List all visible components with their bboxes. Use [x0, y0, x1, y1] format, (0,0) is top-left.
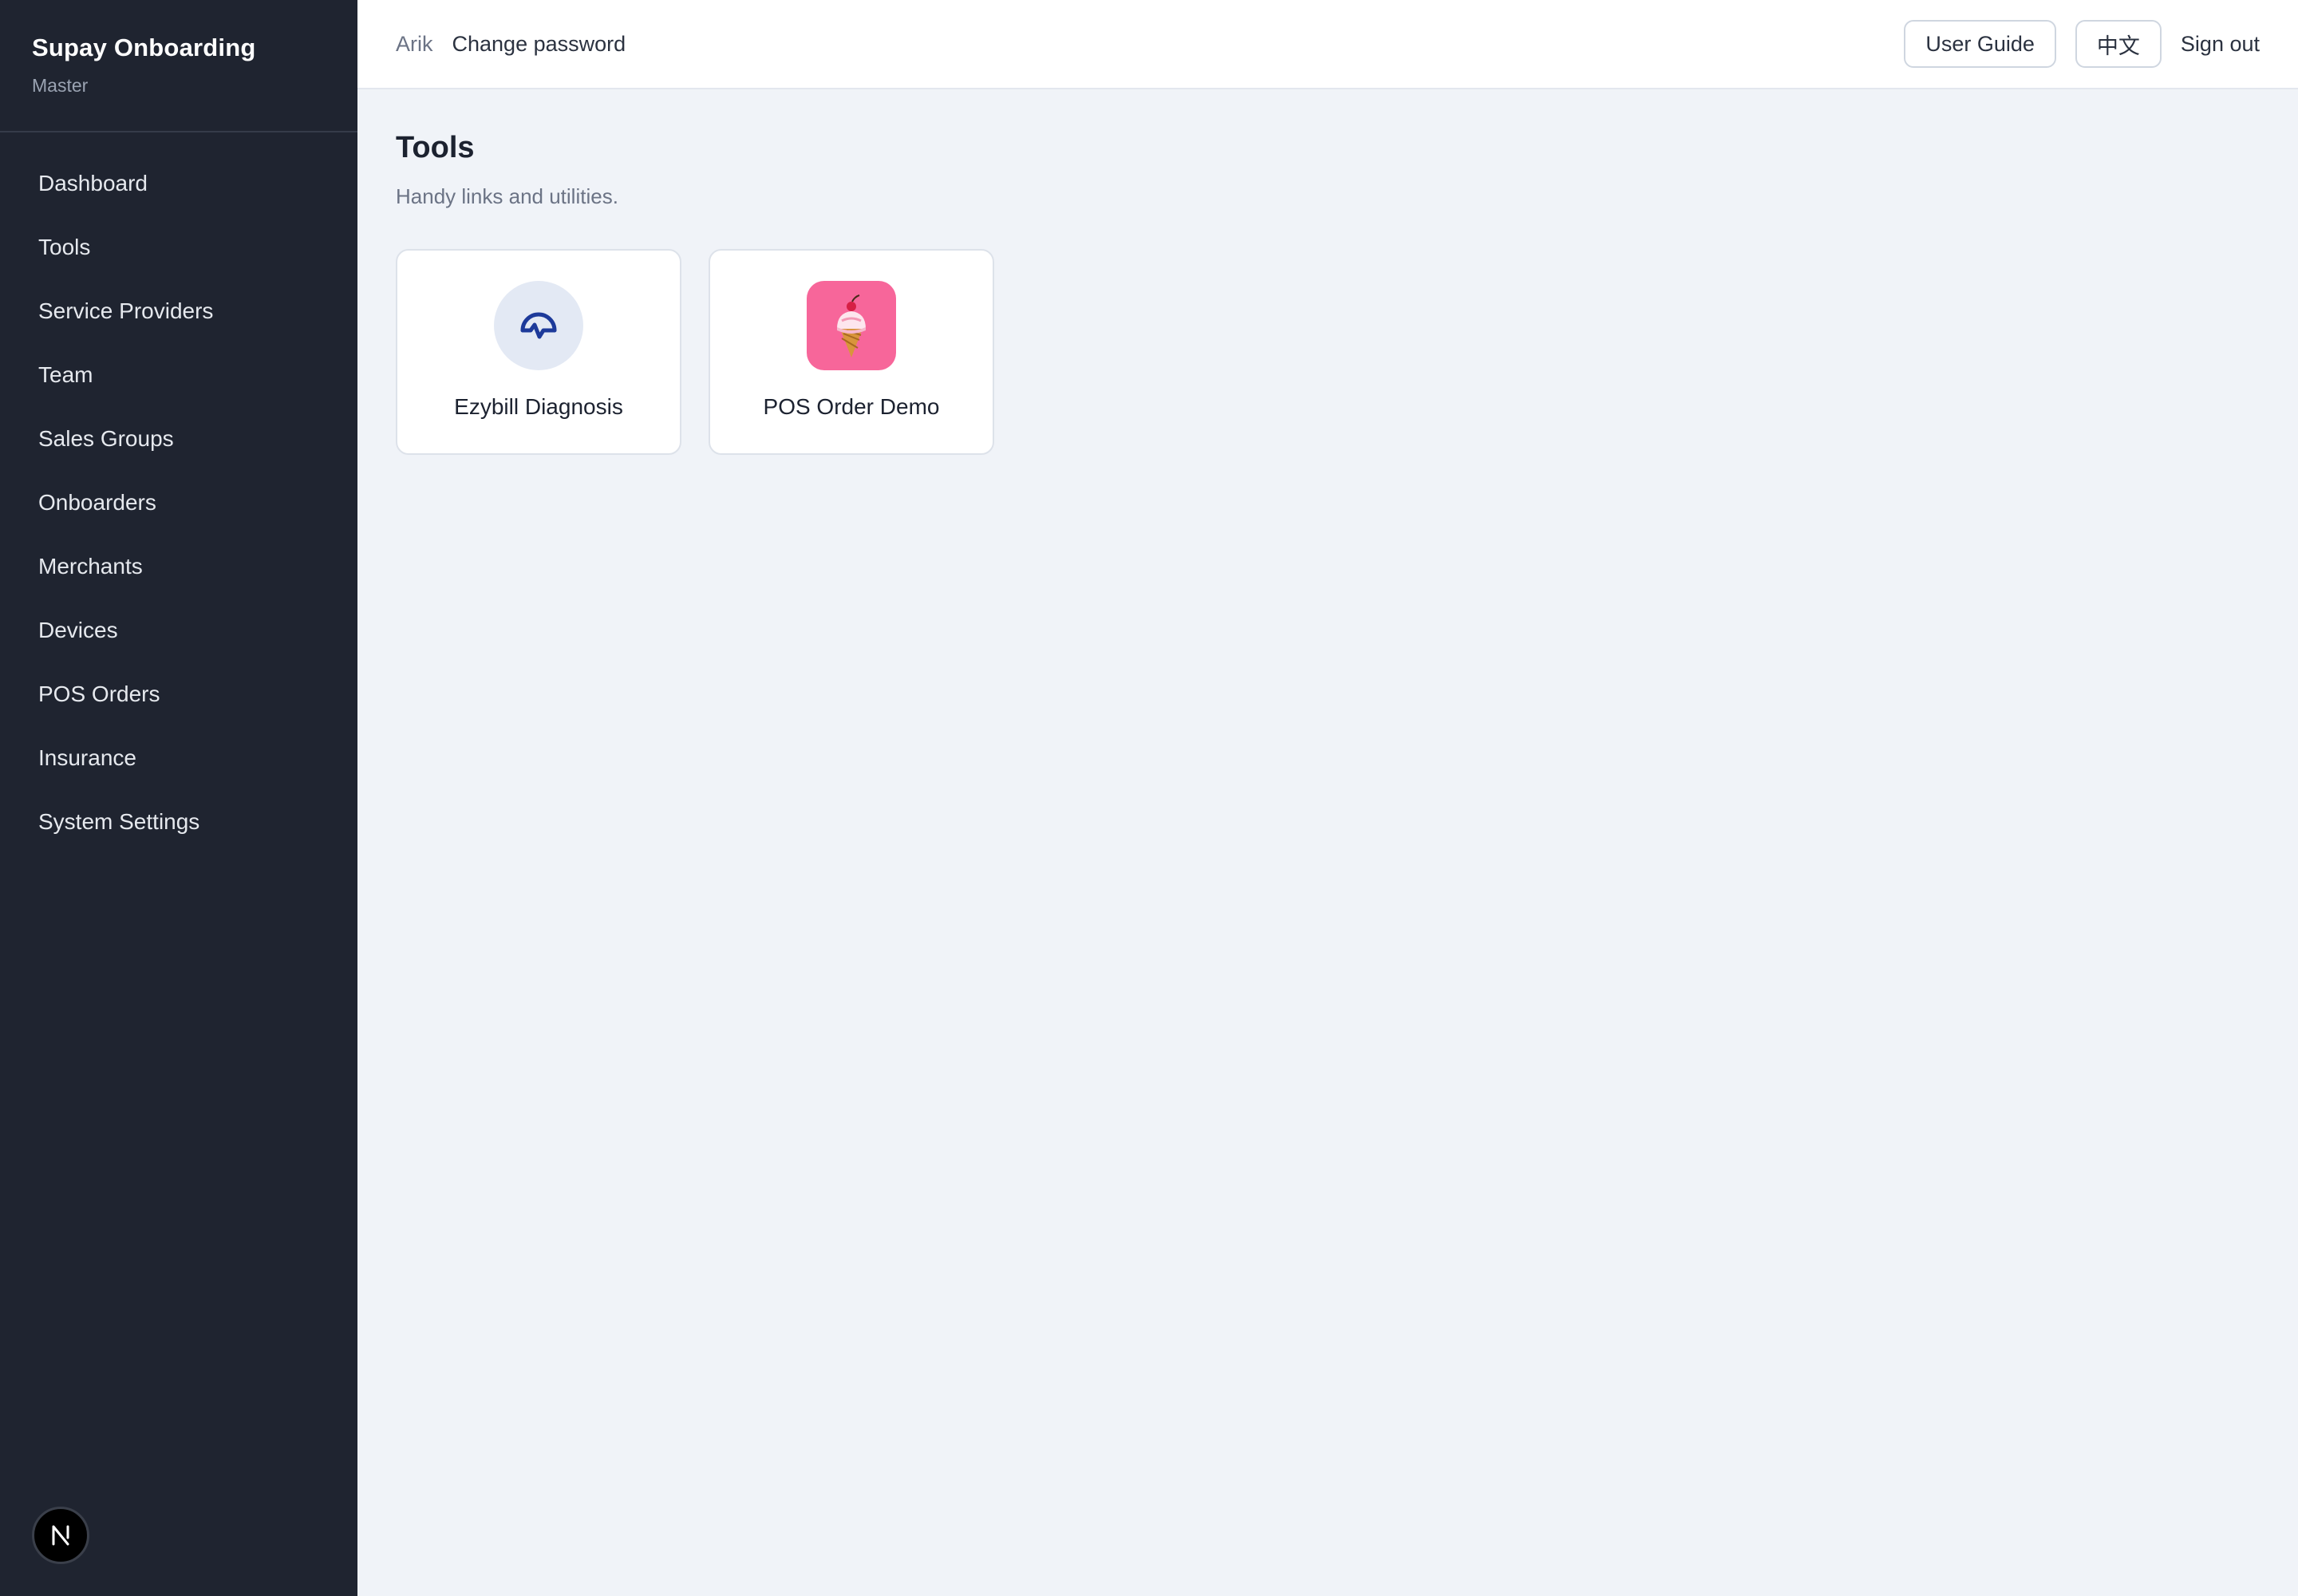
change-password-link[interactable]: Change password [452, 32, 626, 57]
sidebar-item-merchants[interactable]: Merchants [0, 535, 357, 598]
sidebar-item-devices[interactable]: Devices [0, 598, 357, 662]
sidebar-nav: Dashboard Tools Service Providers Team S… [0, 132, 357, 854]
brand-subtitle: Master [32, 75, 89, 96]
n-glyph-icon [52, 1525, 69, 1546]
tool-card-label: Ezybill Diagnosis [454, 394, 623, 419]
sidebar-item-dashboard[interactable]: Dashboard [0, 152, 357, 215]
page-subtitle: Handy links and utilities. [396, 184, 618, 208]
user-name: Arik [396, 31, 433, 56]
main-content: Tools Handy links and utilities. Ezybill… [396, 131, 994, 455]
sidebar: Supay Onboarding Master Dashboard Tools … [0, 0, 357, 1596]
n-logo-icon[interactable] [32, 1507, 89, 1564]
brand: Supay Onboarding Master [0, 0, 357, 132]
brand-title: Supay Onboarding [32, 34, 256, 61]
language-toggle-button[interactable]: 中文 [2075, 20, 2162, 68]
sidebar-item-tools[interactable]: Tools [0, 215, 357, 279]
sign-out-link[interactable]: Sign out [2181, 32, 2260, 57]
sidebar-item-team[interactable]: Team [0, 343, 357, 407]
tool-card-ezybill-diagnosis[interactable]: Ezybill Diagnosis [396, 249, 681, 455]
page-title: Tools [396, 131, 475, 164]
sidebar-item-insurance[interactable]: Insurance [0, 726, 357, 790]
sidebar-item-sales-groups[interactable]: Sales Groups [0, 407, 357, 471]
tools-grid: Ezybill Diagnosis POS Order Demo [396, 249, 994, 455]
diagnosis-pulse-icon [494, 281, 583, 370]
top-bar: Arik Change password User Guide 中文 Sign … [357, 0, 2298, 89]
user-guide-button[interactable]: User Guide [1904, 20, 2056, 68]
sidebar-item-onboarders[interactable]: Onboarders [0, 471, 357, 535]
ice-cream-icon [807, 281, 896, 370]
sidebar-item-service-providers[interactable]: Service Providers [0, 279, 357, 343]
sidebar-item-system-settings[interactable]: System Settings [0, 790, 357, 854]
sidebar-item-pos-orders[interactable]: POS Orders [0, 662, 357, 726]
tool-card-label: POS Order Demo [763, 394, 940, 419]
tool-card-pos-order-demo[interactable]: POS Order Demo [709, 249, 994, 455]
